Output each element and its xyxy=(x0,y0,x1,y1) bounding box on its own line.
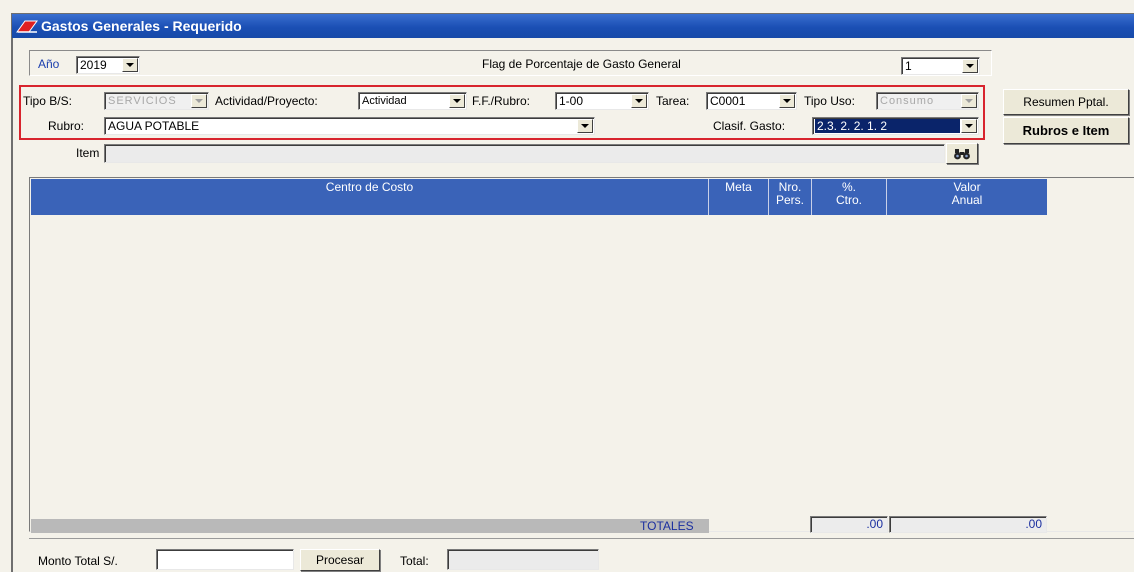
total-pct-value: .00 xyxy=(866,517,883,531)
item-search-button[interactable] xyxy=(946,143,978,164)
actividad-select-value: Actividad xyxy=(362,95,407,107)
actividad-select[interactable]: Actividad xyxy=(358,92,467,110)
col-header-valor-anual[interactable]: Valor Anual xyxy=(887,179,1047,215)
rubro-select-value: AGUA POTABLE xyxy=(108,119,200,133)
tipo-bs-label: Tipo B/S: xyxy=(23,94,72,108)
monto-total-label: Monto Total S/. xyxy=(38,554,118,568)
total-field xyxy=(447,549,599,570)
anio-select-chevron-down-icon[interactable] xyxy=(122,58,138,72)
binoculars-icon xyxy=(954,148,970,159)
title-bar: Gastos Generales - Requerido xyxy=(12,14,1134,38)
ff-rubro-chevron-down-icon[interactable] xyxy=(631,94,647,108)
col-header-centro-costo[interactable]: Centro de Costo xyxy=(31,179,709,215)
item-field[interactable] xyxy=(104,144,945,163)
tipo-uso-label: Tipo Uso: xyxy=(804,94,855,108)
flag-select[interactable]: 1 xyxy=(901,57,980,75)
clasif-gasto-label: Clasif. Gasto: xyxy=(713,119,786,133)
tipo-bs-select: SERVICIOS xyxy=(104,92,209,110)
totals-bar xyxy=(31,519,709,533)
anio-select[interactable]: 2019 xyxy=(76,56,140,74)
actividad-label: Actividad/Proyecto: xyxy=(215,94,318,108)
item-label: Item xyxy=(76,146,100,160)
monto-total-input[interactable] xyxy=(156,549,294,570)
total-pct-field: .00 xyxy=(810,516,888,533)
tipo-uso-select-value: Consumo xyxy=(880,95,935,107)
col-header-nro-pers-line2: Pers. xyxy=(775,193,804,207)
tarea-select[interactable]: C0001 xyxy=(706,92,797,110)
tipo-bs-select-value: SERVICIOS xyxy=(108,95,177,107)
totals-label: TOTALES xyxy=(640,519,694,533)
ff-rubro-select-value: 1-00 xyxy=(559,94,584,108)
clasif-gasto-select-value: 2.3. 2. 2. 1. 2 xyxy=(815,119,960,133)
rubro-label: Rubro: xyxy=(48,119,85,133)
rubro-select[interactable]: AGUA POTABLE xyxy=(104,117,595,135)
clasif-gasto-select[interactable]: 2.3. 2. 2. 1. 2 xyxy=(812,117,979,135)
ff-rubro-select[interactable]: 1-00 xyxy=(555,92,649,110)
col-header-meta-label: Meta xyxy=(725,180,752,194)
rubro-chevron-down-icon[interactable] xyxy=(577,119,593,133)
ff-rubro-label: F.F./Rubro: xyxy=(472,94,531,108)
col-header-centro-costo-label: Centro de Costo xyxy=(325,180,414,194)
actividad-chevron-down-icon[interactable] xyxy=(449,94,465,108)
flag-label: Flag de Porcentaje de Gasto General xyxy=(482,57,681,71)
tarea-label: Tarea: xyxy=(656,94,690,108)
col-header-meta[interactable]: Meta xyxy=(709,179,769,215)
footer-separator xyxy=(29,538,1134,539)
flag-select-chevron-down-icon[interactable] xyxy=(962,59,978,73)
clasif-gasto-chevron-down-icon[interactable] xyxy=(961,119,977,133)
app-logo-icon xyxy=(16,20,38,33)
col-header-nro-pers[interactable]: Nro. Pers. xyxy=(769,179,812,215)
tarea-select-value: C0001 xyxy=(710,94,746,108)
tipo-bs-chevron-down-icon xyxy=(191,94,207,108)
tarea-chevron-down-icon[interactable] xyxy=(779,94,795,108)
anio-select-value: 2019 xyxy=(80,58,107,72)
total-label: Total: xyxy=(400,554,429,568)
rubros-item-button[interactable]: Rubros e Item xyxy=(1003,117,1129,144)
anio-label: Año xyxy=(38,57,60,71)
col-header-valor-anual-line2: Anual xyxy=(951,193,983,207)
window-title: Gastos Generales - Requerido xyxy=(41,18,242,34)
tipo-uso-chevron-down-icon xyxy=(961,94,977,108)
procesar-button[interactable]: Procesar xyxy=(300,549,380,571)
resumen-pptal-button[interactable]: Resumen Pptal. xyxy=(1003,89,1129,115)
tipo-uso-select: Consumo xyxy=(876,92,979,110)
total-valor-value: .00 xyxy=(1025,517,1042,531)
col-header-pct-ctro[interactable]: %. Ctro. xyxy=(812,179,887,215)
col-header-pct-ctro-line2: Ctro. xyxy=(835,193,862,207)
total-valor-field: .00 xyxy=(889,516,1047,533)
cost-center-grid[interactable] xyxy=(29,177,1134,532)
grid-header-row: Centro de Costo Meta Nro. Pers. %. Ctro.… xyxy=(31,179,1047,215)
flag-select-value: 1 xyxy=(905,59,912,73)
